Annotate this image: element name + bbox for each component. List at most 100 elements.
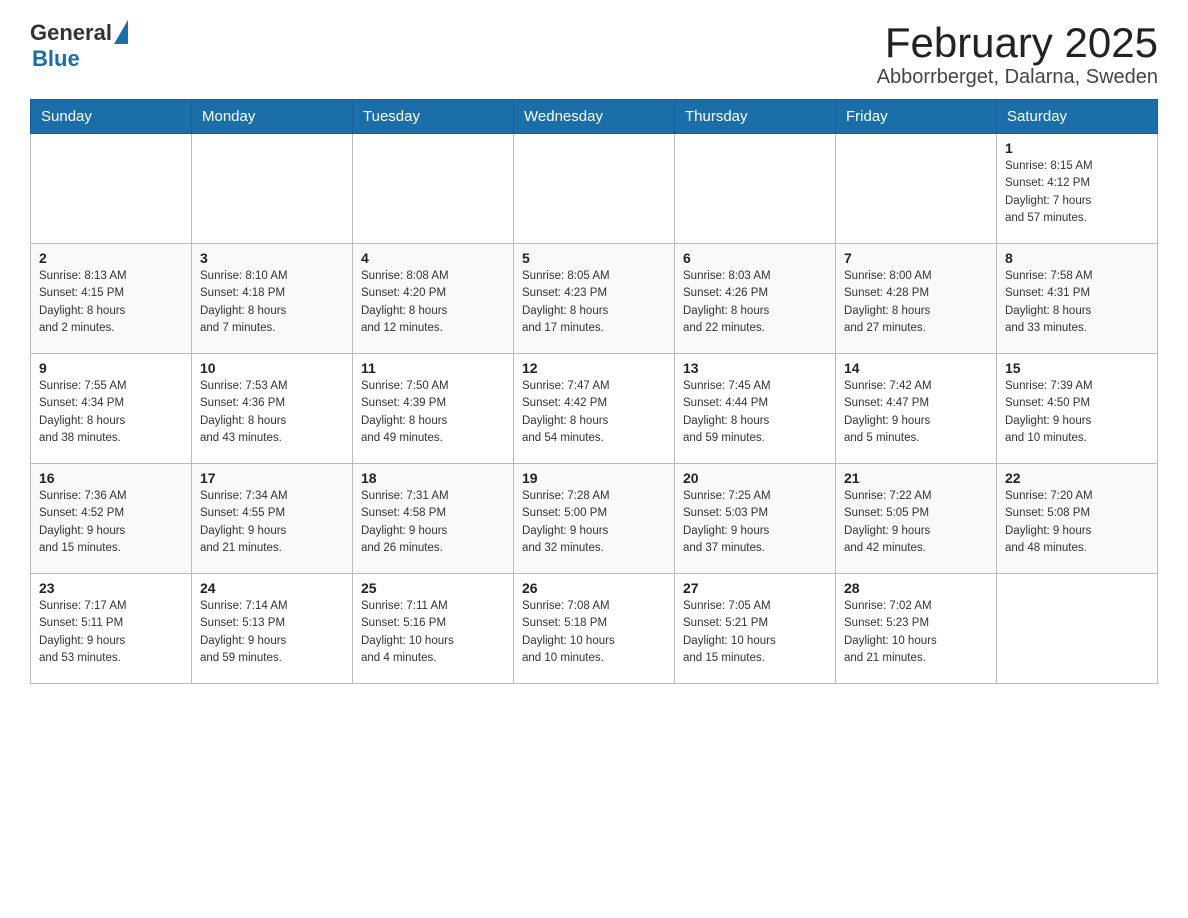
page-header: General Blue February 2025 Abborrberget,…	[30, 20, 1158, 89]
week-row-1: 2 Sunrise: 8:13 AM Sunset: 4:15 PM Daylig…	[31, 244, 1158, 354]
day-info: Sunrise: 7:55 AM Sunset: 4:34 PM Dayligh…	[39, 378, 183, 447]
week-row-2: 9 Sunrise: 7:55 AM Sunset: 4:34 PM Daylig…	[31, 354, 1158, 464]
day-info: Sunrise: 7:50 AM Sunset: 4:39 PM Dayligh…	[361, 378, 505, 447]
day-info: Sunrise: 8:03 AM Sunset: 4:26 PM Dayligh…	[683, 268, 827, 337]
day-number: 13	[683, 360, 827, 376]
day-number: 2	[39, 250, 183, 266]
table-row	[514, 134, 675, 244]
day-number: 16	[39, 470, 183, 486]
day-number: 21	[844, 470, 988, 486]
day-info: Sunrise: 8:13 AM Sunset: 4:15 PM Dayligh…	[39, 268, 183, 337]
header-friday: Friday	[836, 100, 997, 134]
day-info: Sunrise: 7:14 AM Sunset: 5:13 PM Dayligh…	[200, 598, 344, 667]
day-info: Sunrise: 7:20 AM Sunset: 5:08 PM Dayligh…	[1005, 488, 1149, 557]
day-number: 24	[200, 580, 344, 596]
table-row: 22 Sunrise: 7:20 AM Sunset: 5:08 PM Dayli…	[997, 464, 1158, 574]
table-row: 19 Sunrise: 7:28 AM Sunset: 5:00 PM Dayli…	[514, 464, 675, 574]
calendar-table: Sunday Monday Tuesday Wednesday Thursday…	[30, 99, 1158, 684]
day-number: 14	[844, 360, 988, 376]
table-row: 11 Sunrise: 7:50 AM Sunset: 4:39 PM Dayli…	[353, 354, 514, 464]
day-number: 11	[361, 360, 505, 376]
table-row: 4 Sunrise: 8:08 AM Sunset: 4:20 PM Daylig…	[353, 244, 514, 354]
day-info: Sunrise: 7:31 AM Sunset: 4:58 PM Dayligh…	[361, 488, 505, 557]
day-number: 23	[39, 580, 183, 596]
header-sunday: Sunday	[31, 100, 192, 134]
day-info: Sunrise: 7:36 AM Sunset: 4:52 PM Dayligh…	[39, 488, 183, 557]
table-row: 2 Sunrise: 8:13 AM Sunset: 4:15 PM Daylig…	[31, 244, 192, 354]
table-row: 13 Sunrise: 7:45 AM Sunset: 4:44 PM Dayli…	[675, 354, 836, 464]
day-info: Sunrise: 7:53 AM Sunset: 4:36 PM Dayligh…	[200, 378, 344, 447]
table-row	[675, 134, 836, 244]
table-row	[353, 134, 514, 244]
day-info: Sunrise: 7:58 AM Sunset: 4:31 PM Dayligh…	[1005, 268, 1149, 337]
logo-blue: Blue	[32, 46, 80, 72]
day-info: Sunrise: 7:42 AM Sunset: 4:47 PM Dayligh…	[844, 378, 988, 447]
table-row: 9 Sunrise: 7:55 AM Sunset: 4:34 PM Daylig…	[31, 354, 192, 464]
day-number: 3	[200, 250, 344, 266]
week-row-0: 1Sunrise: 8:15 AM Sunset: 4:12 PM Daylig…	[31, 134, 1158, 244]
day-info: Sunrise: 8:10 AM Sunset: 4:18 PM Dayligh…	[200, 268, 344, 337]
day-info: Sunrise: 7:22 AM Sunset: 5:05 PM Dayligh…	[844, 488, 988, 557]
header-wednesday: Wednesday	[514, 100, 675, 134]
table-row: 17 Sunrise: 7:34 AM Sunset: 4:55 PM Dayli…	[192, 464, 353, 574]
day-info: Sunrise: 7:45 AM Sunset: 4:44 PM Dayligh…	[683, 378, 827, 447]
day-number: 22	[1005, 470, 1149, 486]
table-row: 25Sunrise: 7:11 AM Sunset: 5:16 PM Dayli…	[353, 574, 514, 684]
table-row	[192, 134, 353, 244]
day-number: 20	[683, 470, 827, 486]
day-info: Sunrise: 7:28 AM Sunset: 5:00 PM Dayligh…	[522, 488, 666, 557]
table-row: 14 Sunrise: 7:42 AM Sunset: 4:47 PM Dayli…	[836, 354, 997, 464]
week-row-4: 23 Sunrise: 7:17 AM Sunset: 5:11 PM Dayli…	[31, 574, 1158, 684]
page-title: February 2025	[877, 20, 1158, 66]
day-info: Sunrise: 7:47 AM Sunset: 4:42 PM Dayligh…	[522, 378, 666, 447]
day-number: 9	[39, 360, 183, 376]
table-row: 18 Sunrise: 7:31 AM Sunset: 4:58 PM Dayli…	[353, 464, 514, 574]
logo-triangle-icon	[114, 20, 128, 44]
table-row: 5Sunrise: 8:05 AM Sunset: 4:23 PM Daylig…	[514, 244, 675, 354]
day-info: Sunrise: 8:15 AM Sunset: 4:12 PM Dayligh…	[1005, 158, 1149, 227]
day-number: 17	[200, 470, 344, 486]
table-row	[997, 574, 1158, 684]
table-row: 20 Sunrise: 7:25 AM Sunset: 5:03 PM Dayli…	[675, 464, 836, 574]
header-tuesday: Tuesday	[353, 100, 514, 134]
day-number: 12	[522, 360, 666, 376]
title-block: February 2025 Abborrberget, Dalarna, Swe…	[877, 20, 1158, 89]
table-row: 23 Sunrise: 7:17 AM Sunset: 5:11 PM Dayli…	[31, 574, 192, 684]
table-row: 21 Sunrise: 7:22 AM Sunset: 5:05 PM Dayli…	[836, 464, 997, 574]
day-info: Sunrise: 7:11 AM Sunset: 5:16 PM Dayligh…	[361, 598, 505, 667]
day-info: Sunrise: 7:25 AM Sunset: 5:03 PM Dayligh…	[683, 488, 827, 557]
day-number: 18	[361, 470, 505, 486]
day-number: 27	[683, 580, 827, 596]
day-number: 10	[200, 360, 344, 376]
day-number: 28	[844, 580, 988, 596]
page-subtitle: Abborrberget, Dalarna, Sweden	[877, 66, 1158, 89]
header-thursday: Thursday	[675, 100, 836, 134]
table-row: 26Sunrise: 7:08 AM Sunset: 5:18 PM Dayli…	[514, 574, 675, 684]
day-number: 19	[522, 470, 666, 486]
table-row: 28 Sunrise: 7:02 AM Sunset: 5:23 PM Dayli…	[836, 574, 997, 684]
table-row: 7Sunrise: 8:00 AM Sunset: 4:28 PM Daylig…	[836, 244, 997, 354]
day-info: Sunrise: 7:05 AM Sunset: 5:21 PM Dayligh…	[683, 598, 827, 667]
table-row: 16 Sunrise: 7:36 AM Sunset: 4:52 PM Dayli…	[31, 464, 192, 574]
header-saturday: Saturday	[997, 100, 1158, 134]
table-row: 3 Sunrise: 8:10 AM Sunset: 4:18 PM Daylig…	[192, 244, 353, 354]
day-number: 4	[361, 250, 505, 266]
logo: General Blue	[30, 20, 128, 72]
day-number: 6	[683, 250, 827, 266]
table-row: 1Sunrise: 8:15 AM Sunset: 4:12 PM Daylig…	[997, 134, 1158, 244]
day-info: Sunrise: 7:08 AM Sunset: 5:18 PM Dayligh…	[522, 598, 666, 667]
day-info: Sunrise: 7:02 AM Sunset: 5:23 PM Dayligh…	[844, 598, 988, 667]
table-row: 8Sunrise: 7:58 AM Sunset: 4:31 PM Daylig…	[997, 244, 1158, 354]
header-monday: Monday	[192, 100, 353, 134]
table-row: 27 Sunrise: 7:05 AM Sunset: 5:21 PM Dayli…	[675, 574, 836, 684]
day-info: Sunrise: 7:34 AM Sunset: 4:55 PM Dayligh…	[200, 488, 344, 557]
day-info: Sunrise: 7:39 AM Sunset: 4:50 PM Dayligh…	[1005, 378, 1149, 447]
weekday-header-row: Sunday Monday Tuesday Wednesday Thursday…	[31, 100, 1158, 134]
week-row-3: 16 Sunrise: 7:36 AM Sunset: 4:52 PM Dayli…	[31, 464, 1158, 574]
day-info: Sunrise: 8:08 AM Sunset: 4:20 PM Dayligh…	[361, 268, 505, 337]
day-number: 7	[844, 250, 988, 266]
table-row: 10 Sunrise: 7:53 AM Sunset: 4:36 PM Dayli…	[192, 354, 353, 464]
day-info: Sunrise: 7:17 AM Sunset: 5:11 PM Dayligh…	[39, 598, 183, 667]
day-number: 15	[1005, 360, 1149, 376]
logo-general: General	[30, 20, 112, 46]
